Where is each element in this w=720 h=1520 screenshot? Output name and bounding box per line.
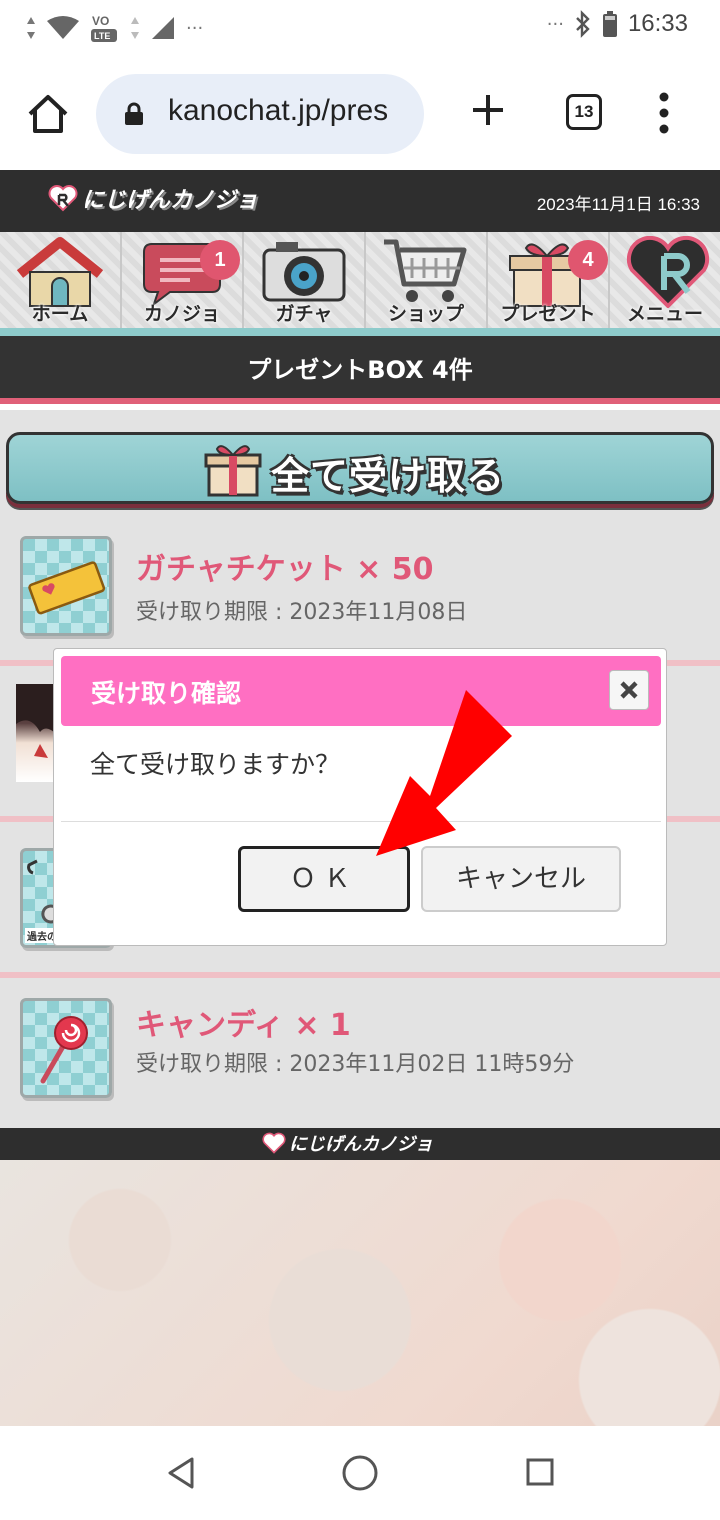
status-overflow: ··· — [186, 17, 204, 39]
nav-item-kanojo[interactable]: 1 カノジョ — [122, 232, 244, 328]
confirm-dialog: 受け取り確認 全て受け取りますか？ ＯＫ キャンセル — [53, 648, 667, 946]
present-box-title: プレゼントBOX 4件 — [0, 336, 720, 404]
candy-thumbnail — [20, 998, 112, 1098]
browser-home-icon[interactable] — [26, 92, 70, 136]
browser-toolbar: kanochat.jp/pres 13 — [0, 56, 720, 170]
present-item: キャンディ × 1 受け取り期限 : 2023年11月02日 11時59分 — [0, 978, 720, 1124]
home-icon — [16, 237, 104, 307]
lock-icon — [125, 102, 143, 125]
site-logo-text: にじげんカノジョ — [82, 188, 259, 213]
new-tab-icon[interactable] — [470, 92, 506, 128]
nav-item-present[interactable]: 4 プレゼント — [488, 232, 610, 328]
item-name: キャンディ × 1 — [136, 1008, 351, 1043]
tab-switcher-button[interactable]: 13 — [566, 94, 602, 130]
bokeh-background — [0, 1160, 720, 1426]
status-time: 16:33 — [627, 10, 688, 37]
data-arrows-icon — [131, 17, 139, 39]
svg-text:LTE: LTE — [94, 31, 110, 41]
gift-icon — [204, 445, 262, 497]
back-icon[interactable] — [166, 1456, 196, 1490]
url-bar[interactable]: kanochat.jp/pres — [96, 74, 424, 154]
volte-icon: VO LTE — [91, 14, 117, 42]
present-item: ガチャチケット × 50 受け取り期限 : 2023年11月08日 — [0, 510, 720, 666]
dialog-title: 受け取り確認 — [91, 679, 242, 708]
footer-logo-text: にじげんカノジョ — [289, 1134, 433, 1155]
nav-label-gacha: ガチャ — [275, 303, 333, 325]
status-icons-right: ··· 16:33 — [547, 10, 688, 38]
candy-icon — [40, 1016, 88, 1084]
battery-icon — [602, 11, 617, 37]
dialog-divider — [61, 821, 661, 822]
ticket-icon — [28, 561, 106, 615]
wifi-icon — [47, 16, 79, 39]
nav-label-shop: ショップ — [387, 303, 464, 325]
dialog-message: 全て受け取りますか？ — [90, 750, 341, 779]
site-logo[interactable]: にじげんカノジョ — [48, 182, 258, 214]
camera-icon — [262, 242, 346, 302]
dialog-close-button[interactable] — [609, 670, 649, 710]
nav-label-menu: メニュー — [626, 303, 703, 325]
footer-logo[interactable]: にじげんカノジョ — [262, 1130, 433, 1156]
nav-badge-kanojo: 1 — [200, 240, 240, 280]
site-header: にじげんカノジョ 2023年11月1日 16:33 — [0, 170, 720, 232]
heart-logo-icon — [48, 185, 78, 212]
girl-card-thumbnail — [16, 684, 56, 782]
dialog-header: 受け取り確認 — [61, 656, 661, 726]
heart-logo-icon — [262, 1132, 286, 1154]
nav-item-shop[interactable]: ショップ — [366, 232, 488, 328]
item-limit: 受け取り期限 : 2023年11月02日 11時59分 — [136, 1052, 575, 1077]
main-nav: ホーム 1 カノジョ ガチャ ショップ 4 プレゼント メニュー — [0, 232, 720, 336]
nav-item-home[interactable]: ホーム — [0, 232, 122, 328]
nav-label-kanojo: カノジョ — [143, 303, 220, 325]
nav-badge-present: 4 — [568, 240, 608, 280]
bluetooth-icon — [576, 10, 590, 38]
footer-logo-bar: にじげんカノジョ — [0, 1128, 720, 1160]
item-name: ガチャチケット × 50 — [136, 552, 434, 587]
home-circle-icon[interactable] — [341, 1454, 379, 1492]
status-icons-left: VO LTE ··· — [26, 12, 203, 44]
svg-text:VO: VO — [92, 14, 109, 28]
header-datetime: 2023年11月1日 16:33 — [536, 195, 700, 214]
signal-icon — [152, 17, 174, 39]
receive-all-button[interactable]: 全て受け取る — [6, 432, 714, 504]
nav-label-home: ホーム — [31, 303, 89, 325]
browser-menu-icon[interactable] — [650, 92, 678, 134]
ticket-thumbnail — [20, 536, 112, 636]
status-bar: VO LTE ··· ··· 16:33 — [0, 0, 720, 56]
close-icon — [620, 681, 638, 699]
receive-all-label: 全て受け取る — [271, 454, 506, 498]
item-limit: 受け取り期限 : 2023年11月08日 — [136, 600, 468, 625]
menu-heart-icon — [626, 236, 710, 308]
recents-icon[interactable] — [526, 1458, 554, 1486]
system-navigation-bar — [0, 1426, 720, 1520]
url-text: kanochat.jp/pres — [168, 94, 389, 127]
status-overflow-right: ··· — [546, 13, 564, 35]
nav-item-menu[interactable]: メニュー — [610, 232, 720, 328]
pointer-arrow-icon — [376, 690, 512, 856]
data-arrows-icon — [27, 17, 35, 39]
girl-card-icon — [16, 684, 56, 758]
nav-label-present: プレゼント — [500, 303, 596, 325]
nav-item-gacha[interactable]: ガチャ — [244, 232, 366, 328]
cart-icon — [384, 239, 467, 302]
